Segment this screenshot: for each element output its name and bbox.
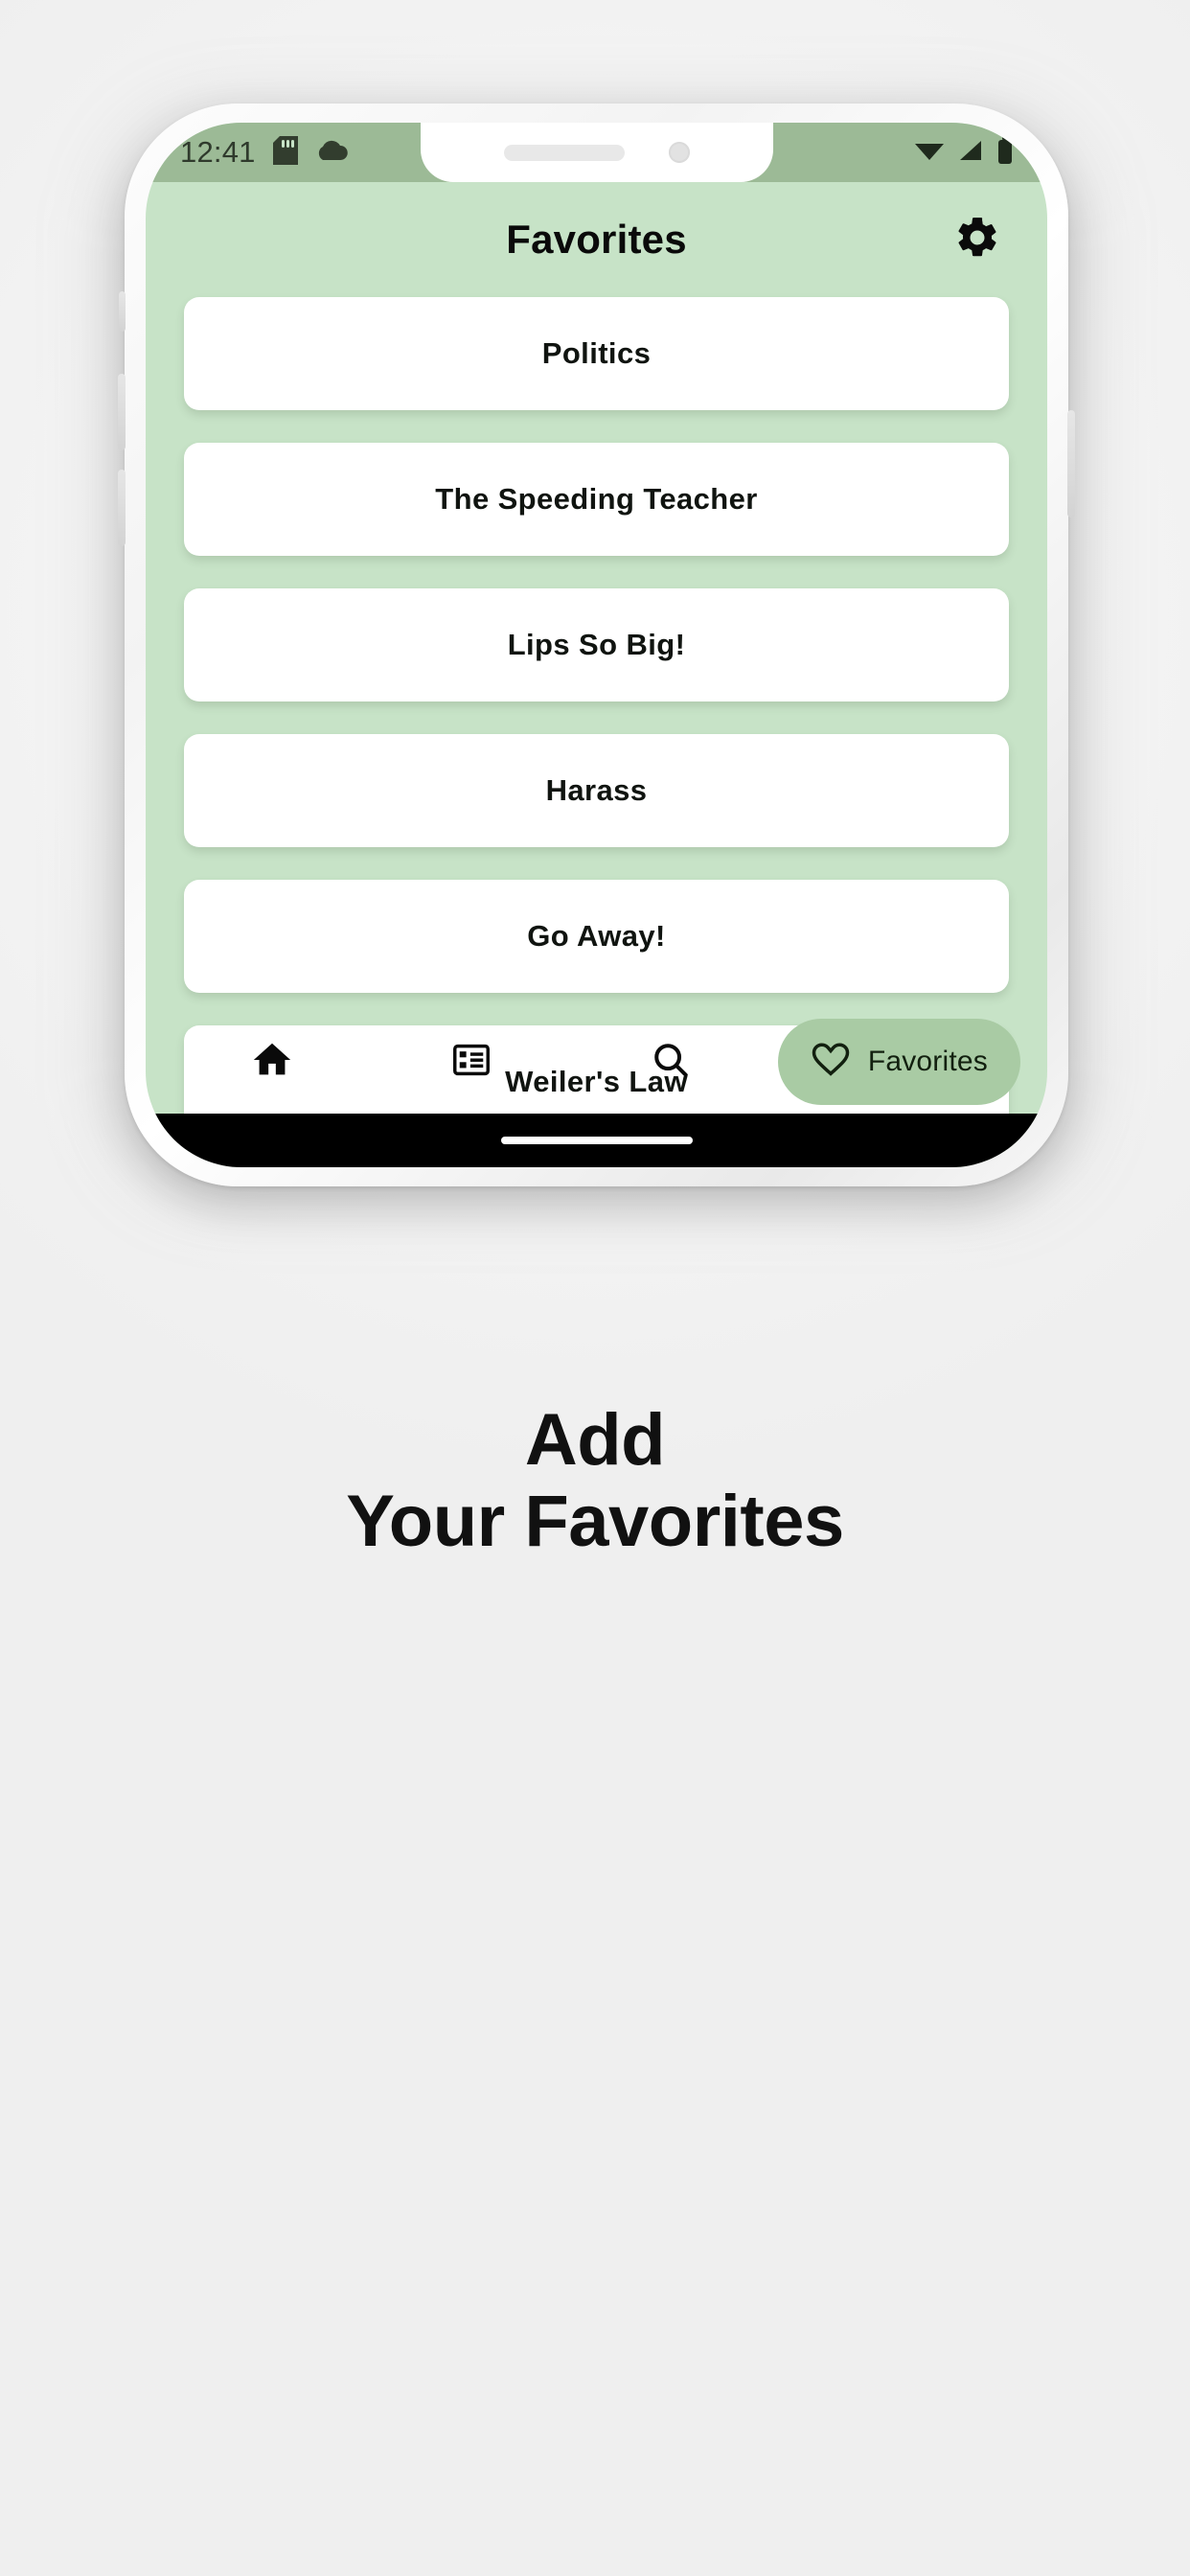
list-item[interactable]: Lips So Big! — [184, 588, 1009, 702]
caption-line-2: Your Favorites — [346, 1481, 844, 1563]
list-item-label: Lips So Big! — [507, 628, 686, 661]
status-bar-right — [915, 136, 1013, 169]
nav-item-favorites[interactable]: Favorites — [777, 1019, 1020, 1105]
power-button[interactable] — [1067, 410, 1075, 518]
nav-item-list[interactable] — [372, 1019, 571, 1105]
home-indicator[interactable] — [500, 1137, 693, 1144]
volume-down-button[interactable] — [118, 470, 126, 546]
list-item-label: Politics — [541, 336, 652, 370]
settings-button[interactable] — [951, 214, 1003, 265]
list-item[interactable]: Politics — [184, 297, 1009, 410]
app-header: Favorites — [146, 182, 1047, 297]
nav-item-home[interactable] — [172, 1019, 372, 1105]
caption-line-1: Add — [524, 1399, 666, 1481]
status-bar-left: 12:41 — [180, 135, 348, 170]
gear-icon — [953, 214, 1001, 266]
list-item[interactable]: Go Away! — [184, 880, 1009, 993]
page-root: 12:41 Favorites Politics The Speeding Te… — [0, 0, 1190, 2576]
nav-item-search[interactable] — [571, 1019, 770, 1105]
list-item[interactable]: The Speeding Teacher — [184, 443, 1009, 556]
page-title: Favorites — [506, 217, 687, 262]
volume-up-button[interactable] — [118, 374, 126, 450]
list-icon — [449, 1038, 493, 1087]
front-camera-icon — [668, 142, 690, 163]
phone-notch — [420, 123, 773, 182]
phone-screen: 12:41 Favorites Politics The Speeding Te… — [146, 123, 1047, 1167]
earpiece-speaker — [503, 144, 625, 161]
bottom-navigation-bar: Favorites — [146, 1010, 1047, 1114]
list-item-label: Harass — [545, 773, 648, 807]
wifi-icon — [915, 139, 944, 167]
sd-card-icon — [272, 135, 298, 170]
home-icon — [250, 1038, 294, 1087]
nav-item-favorites-label: Favorites — [867, 1046, 988, 1077]
battery-icon — [997, 136, 1013, 169]
heart-icon — [811, 1040, 851, 1085]
cellular-signal-icon — [958, 139, 983, 167]
list-item-label: Go Away! — [527, 919, 666, 953]
mute-switch-button[interactable] — [119, 291, 126, 332]
phone-frame: 12:41 Favorites Politics The Speeding Te… — [118, 104, 1075, 1186]
caption: Add Your Favorites — [0, 1399, 1190, 1562]
home-indicator-area — [146, 1114, 1047, 1167]
cloud-icon — [315, 139, 348, 167]
status-bar-clock: 12:41 — [180, 135, 256, 169]
list-item[interactable]: Harass — [184, 734, 1009, 847]
search-icon — [649, 1038, 693, 1087]
list-item-label: The Speeding Teacher — [435, 482, 758, 516]
